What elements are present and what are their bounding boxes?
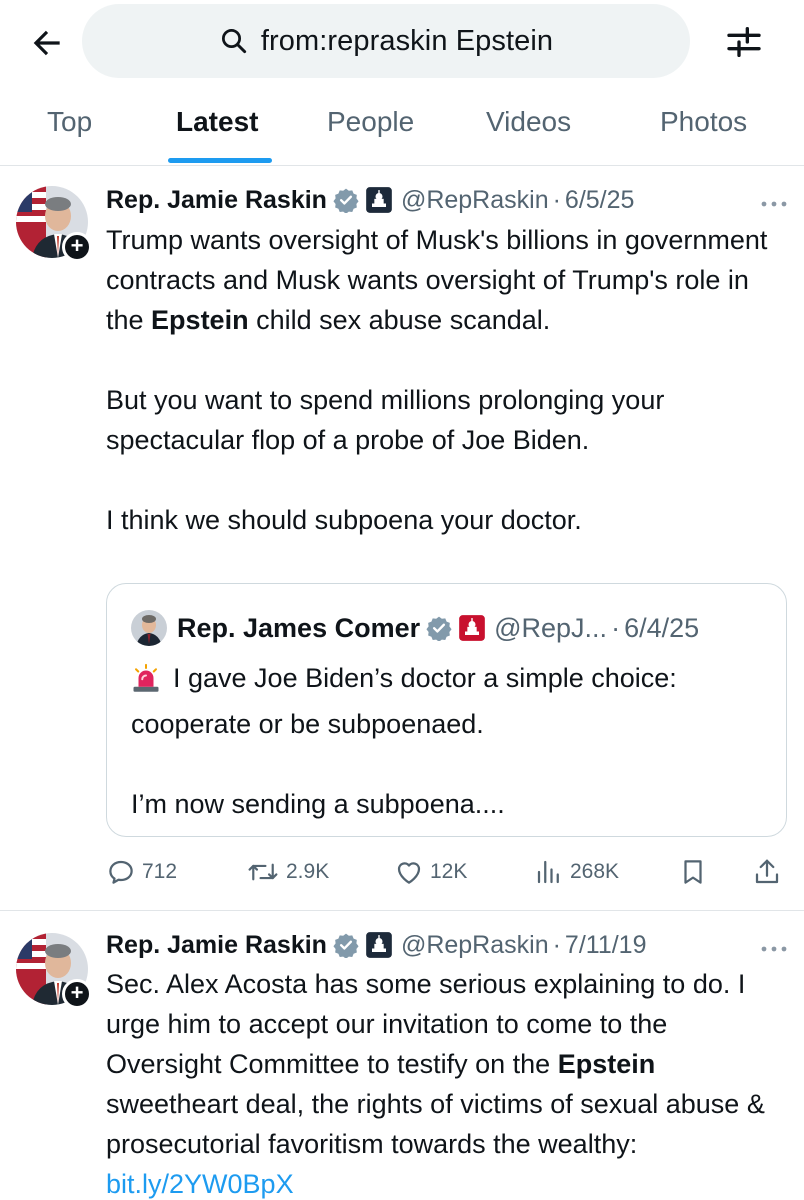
quote-avatar [131, 610, 167, 646]
search-icon [221, 29, 246, 54]
search-query: from:repraskin Epstein [260, 24, 554, 57]
filter-button[interactable] [716, 18, 772, 66]
share-icon [755, 859, 779, 884]
like-button[interactable]: 12K [394, 854, 467, 890]
tweet-paragraph: Trump wants oversight of Musk's billions… [106, 225, 768, 335]
more-options-button[interactable] [756, 194, 792, 214]
highlight-term: Epstein [151, 305, 249, 335]
verified-badge-icon [333, 932, 359, 958]
repost-count: 2.9K [286, 860, 330, 883]
tab-photos[interactable]: Photos [660, 106, 747, 138]
quote-paragraph: I gave Joe Biden’s doctor a simple choic… [131, 663, 677, 739]
ellipsis-icon [761, 946, 787, 952]
tweet-paragraph: I think we should subpoena your doctor. [106, 505, 582, 535]
bookmark-button[interactable] [678, 854, 708, 890]
repost-button[interactable]: 2.9K [246, 854, 329, 890]
highlight-term: Epstein [557, 1049, 656, 1079]
meta-separator: · [552, 930, 561, 959]
author-name[interactable]: Rep. Jamie Raskin [106, 186, 327, 215]
views-button[interactable]: 268K [534, 854, 619, 890]
back-button[interactable] [22, 18, 72, 68]
tab-latest[interactable]: Latest [176, 106, 258, 138]
tweet-date[interactable]: 6/5/25 [565, 186, 635, 215]
follow-plus-icon[interactable]: + [62, 979, 92, 1009]
government-badge-icon [365, 186, 393, 214]
view-count: 268K [570, 860, 620, 883]
author-handle[interactable]: @RepRaskin [401, 186, 549, 215]
tweet-header: Rep. Jamie Raskin @RepRaskin · 6/5/25 [106, 182, 634, 218]
search-input[interactable]: from:repraskin Epstein [82, 4, 690, 78]
meta-separator: · [552, 185, 561, 214]
tab-people[interactable]: People [327, 106, 414, 138]
quote-text: I gave Joe Biden’s doctor a simple choic… [131, 658, 771, 824]
heart-icon [397, 862, 421, 884]
active-tab-indicator [168, 158, 272, 163]
short-link[interactable]: bit.ly/2YW0BpX [106, 1169, 294, 1199]
share-button[interactable] [752, 854, 782, 890]
reply-button[interactable]: 712 [106, 854, 177, 890]
quote-paragraph: I’m now sending a subpoena.... [131, 789, 505, 819]
avatar-wrap: + [16, 933, 92, 1009]
arrow-left-icon [33, 30, 60, 56]
ellipsis-icon [761, 201, 787, 207]
avatar-wrap: + [16, 186, 92, 262]
tweet-header: Rep. Jamie Raskin @RepRaskin · 7/11/19 [106, 927, 646, 963]
author-name[interactable]: Rep. Jamie Raskin [106, 931, 327, 960]
verified-badge-icon [426, 615, 452, 641]
analytics-icon [537, 860, 559, 884]
tweet[interactable]: + Rep. Jamie Raskin @RepRaskin · 6/5/25 [0, 166, 804, 911]
author-handle[interactable]: @RepRaskin [401, 931, 549, 960]
quote-date: 6/4/25 [624, 612, 700, 643]
more-options-button[interactable] [756, 939, 792, 959]
tab-videos[interactable]: Videos [486, 106, 571, 138]
quote-author-handle: @RepJ... [494, 612, 608, 643]
tweet[interactable]: + Rep. Jamie Raskin @RepRaskin · 7/11/19 [0, 911, 804, 1200]
follow-plus-icon[interactable]: + [62, 232, 92, 262]
siren-icon [131, 663, 161, 704]
tweet-actions: 712 2.9K 12K 268K [106, 854, 786, 890]
tweet-paragraph: But you want to spend millions prolongin… [106, 385, 665, 455]
government-badge-icon [458, 614, 486, 642]
top-bar: from:repraskin Epstein [0, 0, 804, 90]
quote-author-name: Rep. James Comer [177, 612, 421, 643]
reply-count: 712 [142, 860, 178, 883]
repost-icon [248, 863, 278, 881]
quoted-tweet[interactable]: Rep. James Comer @RepJ... · 6/4/25 I gav… [106, 583, 787, 837]
tab-top[interactable]: Top [47, 106, 92, 138]
quote-header: Rep. James Comer @RepJ... · 6/4/25 [131, 608, 699, 648]
sliders-icon [727, 27, 761, 57]
like-count: 12K [430, 860, 468, 883]
meta-separator: · [611, 612, 621, 643]
tweet-text: Trump wants oversight of Musk's billions… [106, 220, 786, 540]
search-tabs: Top Latest People Videos Photos [0, 90, 804, 166]
tweet-date[interactable]: 7/11/19 [565, 931, 647, 960]
bookmark-icon [684, 860, 702, 884]
verified-badge-icon [333, 187, 359, 213]
tweet-paragraph: Sec. Alex Acosta has some serious explai… [106, 969, 765, 1199]
government-badge-icon [365, 931, 393, 959]
tweet-text: Sec. Alex Acosta has some serious explai… [106, 964, 786, 1200]
reply-icon [109, 860, 133, 884]
